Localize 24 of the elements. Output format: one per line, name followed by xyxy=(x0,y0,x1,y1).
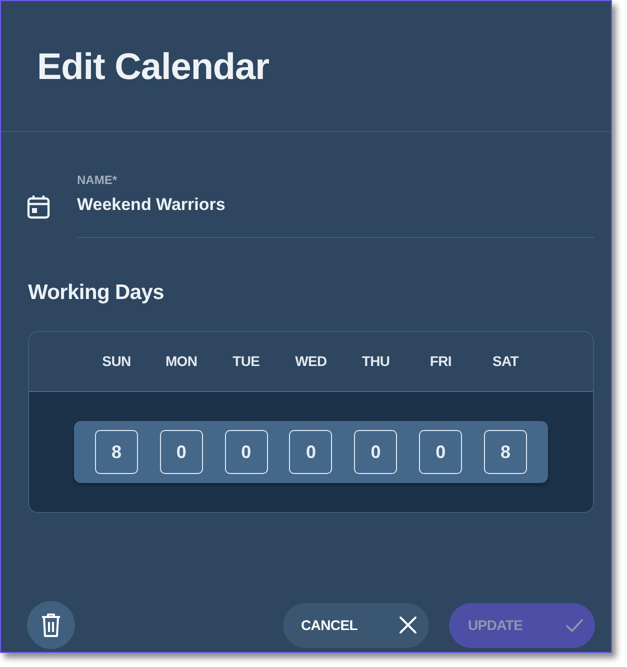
calendar-icon xyxy=(27,195,50,219)
hours-field[interactable]: 0 xyxy=(160,430,203,474)
dialog-title: Edit Calendar xyxy=(37,48,269,84)
field-label: NAME* xyxy=(77,172,118,188)
name-field[interactable]: NAME* Weekend Warriors xyxy=(77,172,594,238)
hours-field[interactable]: 8 xyxy=(484,430,527,474)
close-icon xyxy=(399,616,417,634)
hours-field[interactable]: 0 xyxy=(419,430,462,474)
day-label: THU xyxy=(362,352,390,371)
day-label: SUN xyxy=(102,352,131,371)
hours-field[interactable]: 0 xyxy=(289,430,332,474)
trash-icon xyxy=(41,612,61,638)
day-label: WED xyxy=(295,352,327,371)
cancel-button[interactable]: CANCEL xyxy=(283,602,429,648)
day-label: TUE xyxy=(232,352,260,371)
hours-field[interactable]: 0 xyxy=(354,430,398,474)
hours-field[interactable]: 8 xyxy=(95,430,138,474)
delete-button[interactable] xyxy=(27,601,75,649)
day-label: SAT xyxy=(492,352,518,371)
day-label: FRI xyxy=(430,352,452,371)
day-label: MON xyxy=(165,352,198,371)
check-icon xyxy=(566,618,583,632)
hours-field[interactable]: 0 xyxy=(224,430,268,474)
section-title: Working Days xyxy=(28,280,166,305)
